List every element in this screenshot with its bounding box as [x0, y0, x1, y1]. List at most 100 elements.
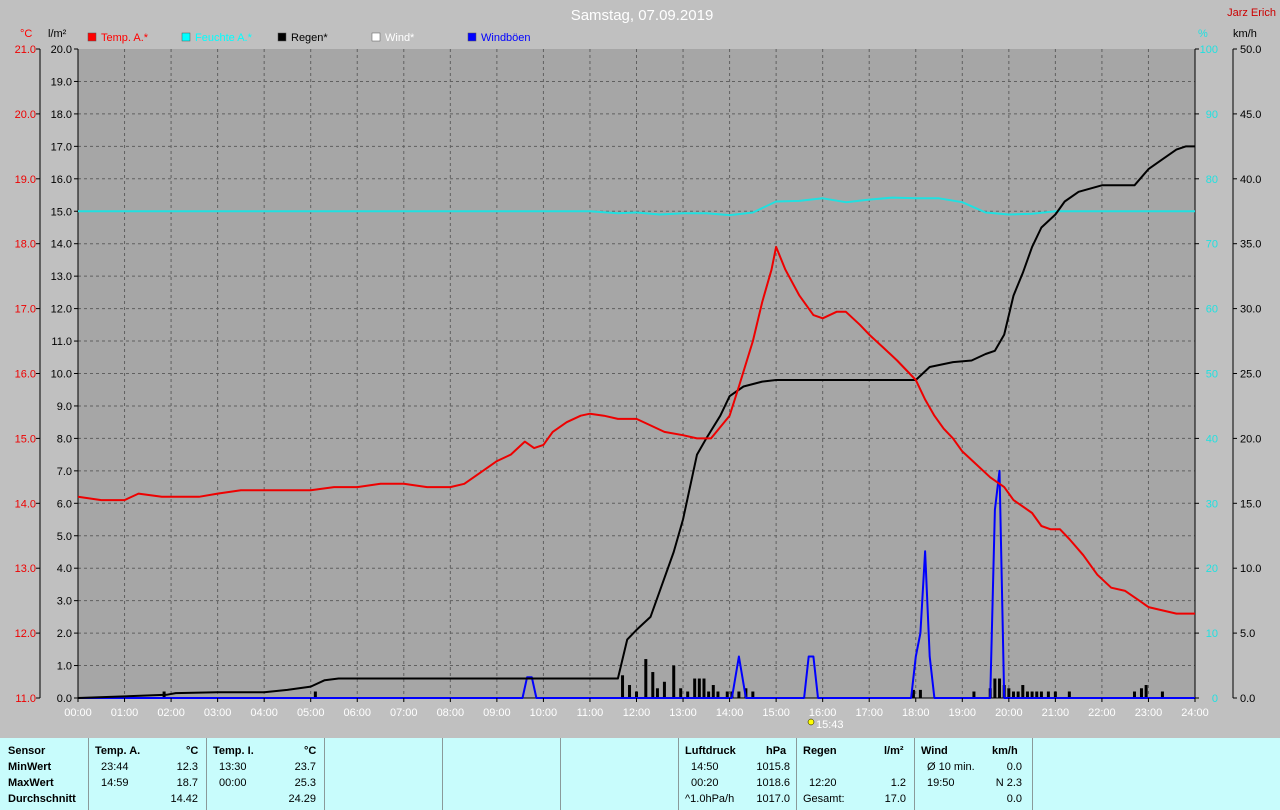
temp-a-avg-value: 14.42	[170, 793, 198, 805]
wind-header: Wind	[921, 745, 948, 757]
temp-a-min-value: 12.3	[176, 761, 198, 773]
wind-avg-value: 0.0	[1006, 761, 1022, 773]
x-tick-label: 02:00	[157, 707, 185, 719]
wind-tick-label: 30.0	[1240, 304, 1261, 316]
rain-bar	[1021, 685, 1025, 698]
rain-bar	[655, 688, 659, 698]
legend-label: Regen*	[291, 32, 328, 44]
pct-tick-label: 60	[1206, 304, 1218, 316]
temp-a-max-value: 18.7	[176, 777, 198, 789]
rain-tick-label: 5.0	[57, 531, 72, 543]
x-tick-label: 17:00	[855, 707, 883, 719]
temp-unit-label: °C	[20, 28, 32, 40]
temp-tick-label: 11.0	[15, 693, 36, 705]
maxwert-label: MaxWert	[8, 777, 54, 789]
pct-tick-label: 0	[1212, 693, 1218, 705]
legend-swatch	[371, 32, 381, 42]
temp-a-max-time: 14:59	[101, 777, 129, 789]
x-tick-label: 09:00	[483, 707, 511, 719]
temp-i-unit: °C	[304, 745, 317, 757]
temp-tick-label: 13.0	[15, 563, 36, 575]
rain-tick-label: 6.0	[57, 498, 72, 510]
rain-max-time: 12:20	[809, 777, 837, 789]
pct-tick-label: 80	[1206, 174, 1218, 186]
temp-tick-label: 16.0	[15, 369, 36, 381]
stats-divider	[796, 738, 797, 810]
x-tick-label: 11:00	[577, 707, 604, 719]
pressure-header: Luftdruck	[685, 745, 736, 757]
temp-tick-label: 19.0	[15, 174, 36, 186]
rain-bar	[693, 678, 697, 698]
wind-third-value: 0.0	[1006, 793, 1022, 805]
weather-chart: 21.0 20.0 19.0 18.0 17.0 16.0 15.0 14.0 13.0 12.0…	[15, 7, 1276, 731]
author-label: Jarz Erich	[1227, 7, 1276, 19]
pct-tick-label: 100	[1200, 44, 1218, 56]
pct-tick-label: 70	[1206, 239, 1218, 251]
rain-tick-label: 3.0	[57, 596, 72, 608]
rain-tick-label: 8.0	[57, 433, 72, 445]
rain-bar	[1144, 685, 1148, 698]
rain-tick-label: 16.0	[51, 174, 72, 186]
rain-bar	[711, 685, 715, 698]
rain-bar	[918, 689, 922, 698]
x-tick-label: 01:00	[111, 707, 139, 719]
temp-tick-label: 20.0	[15, 109, 36, 121]
rain-bar	[651, 672, 655, 698]
stats-divider	[678, 738, 679, 810]
x-tick-label: 12:00	[623, 707, 651, 719]
stats-divider	[442, 738, 443, 810]
durchschnitt-label: Durchschnitt	[8, 793, 76, 805]
x-tick-label: 08:00	[437, 707, 465, 719]
pressure-min-value: 1015.8	[756, 761, 790, 773]
rain-tick-label: 12.0	[51, 304, 72, 316]
legend-label: Feuchte A.*	[195, 32, 253, 44]
wind-tick-label: 15.0	[1240, 498, 1261, 510]
wind-tick-label: 50.0	[1240, 44, 1261, 56]
rain-tick-label: 19.0	[51, 76, 72, 88]
legend-label: Wind*	[385, 32, 415, 44]
stats-divider	[88, 738, 89, 810]
wind-tick-label: 10.0	[1240, 563, 1261, 575]
pct-tick-label: 40	[1206, 433, 1218, 445]
stats-panel: Sensor MinWert MaxWert Durchschnitt Temp…	[0, 738, 1280, 810]
rain-tick-label: 18.0	[51, 109, 72, 121]
x-tick-label: 24:00	[1181, 707, 1209, 719]
stats-divider	[914, 738, 915, 810]
x-tick-label: 23:00	[1135, 707, 1163, 719]
x-tick-label: 03:00	[204, 707, 232, 719]
pct-unit-label: %	[1198, 28, 1208, 40]
rain-header: Regen	[803, 745, 837, 757]
temp-tick-label: 18.0	[15, 239, 36, 251]
rain-bar	[672, 665, 676, 698]
x-tick-label: 06:00	[343, 707, 371, 719]
x-tick-label: 22:00	[1088, 707, 1116, 719]
x-tick-label: 16:00	[809, 707, 837, 719]
x-tick-label: 19:00	[949, 707, 977, 719]
rain-tick-label: 10.0	[51, 369, 72, 381]
wind-avg-label: Ø 10 min.	[927, 761, 975, 773]
rain-bar	[697, 678, 701, 698]
rain-bar	[662, 681, 666, 698]
rain-tick-label: 4.0	[57, 563, 72, 575]
temp-i-header: Temp. I.	[213, 745, 254, 757]
rain-tick-label: 9.0	[57, 401, 72, 413]
rain-bar	[993, 678, 997, 698]
wind-tick-label: 0.0	[1240, 693, 1255, 705]
pct-tick-label: 50	[1206, 369, 1218, 381]
rain-tick-label: 2.0	[57, 628, 72, 640]
sensor-header: Sensor	[8, 745, 46, 757]
rain-total-label: Gesamt:	[803, 793, 845, 805]
temp-i-min-value: 23.7	[294, 761, 316, 773]
pct-tick-label: 90	[1206, 109, 1218, 121]
rain-bar	[628, 685, 632, 698]
pct-tick-label: 20	[1206, 563, 1218, 575]
stats-divider	[324, 738, 325, 810]
legend-label: Temp. A.*	[101, 32, 149, 44]
legend-swatch	[277, 32, 287, 42]
wind-tick-label: 25.0	[1240, 369, 1261, 381]
rain-bar	[998, 678, 1002, 698]
wind-tick-label: 35.0	[1240, 239, 1261, 251]
x-tick-label: 20:00	[995, 707, 1023, 719]
rain-bar	[679, 688, 683, 698]
rain-tick-label: 20.0	[51, 44, 72, 56]
